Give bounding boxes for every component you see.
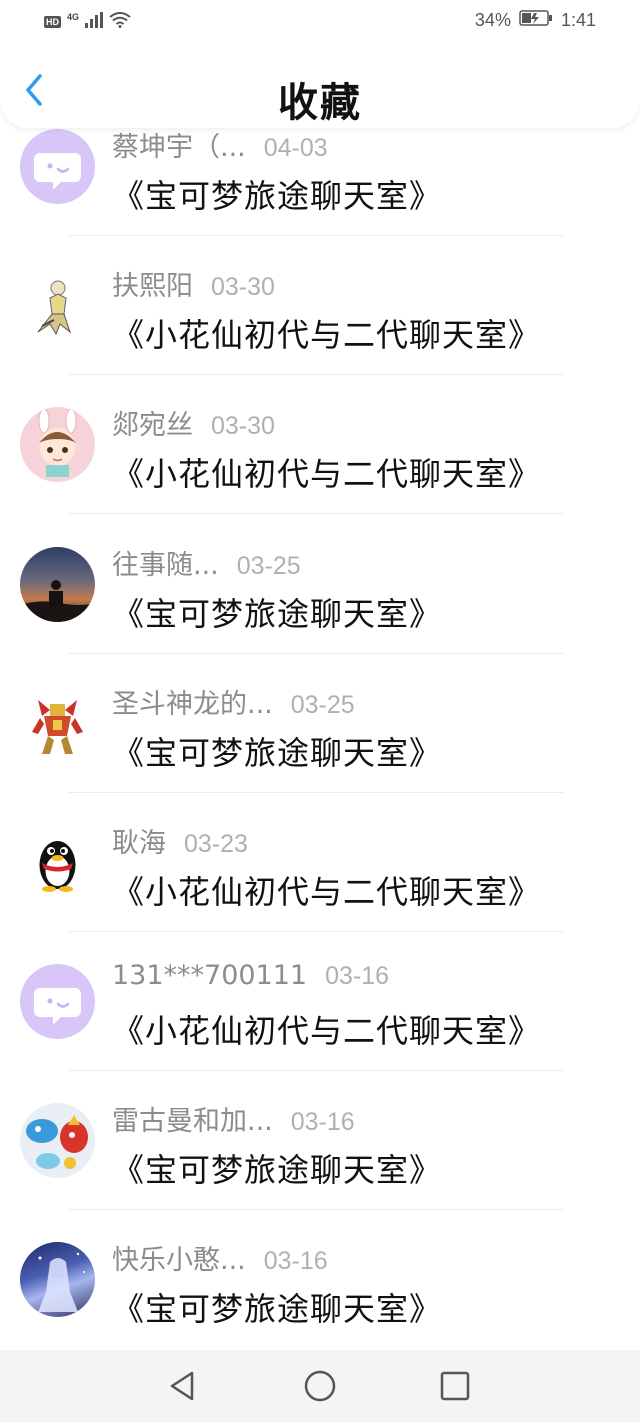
chatroom-name: 《宝可梦旅途聊天室》 [112, 177, 443, 215]
divider [68, 235, 564, 236]
chatroom-name: 《宝可梦旅途聊天室》 [112, 1290, 443, 1328]
item-meta: 131***700111 03-16 [112, 960, 389, 991]
divider [68, 1070, 564, 1071]
list-item[interactable]: 往事随... 03-25 《宝可梦旅途聊天室》 [0, 543, 640, 682]
status-left: HD 4G [44, 12, 131, 32]
chatroom-name: 《宝可梦旅途聊天室》 [112, 1151, 443, 1189]
chatroom-name: 《宝可梦旅途聊天室》 [112, 734, 443, 772]
chatroom-name: 《小花仙初代与二代聊天室》 [112, 1012, 542, 1050]
item-meta: 耿海 03-23 [112, 821, 248, 860]
chat-bubble-avatar [20, 964, 95, 1039]
sender-name: 往事随... [112, 550, 219, 581]
clock: 1:41 [560, 10, 596, 30]
list-item[interactable]: 耿海 03-23 《小花仙初代与二代聊天室》 [0, 821, 640, 960]
divider [68, 513, 564, 514]
sender-name: 圣斗神龙的... [112, 689, 273, 720]
sunset-silhouette-avatar [20, 547, 95, 622]
system-nav-bar [0, 1350, 640, 1422]
item-date: 04-03 [263, 134, 328, 162]
list-item[interactable]: 扶熙阳 03-30 《小花仙初代与二代聊天室》 [0, 264, 640, 403]
pokemon-collage-avatar [20, 1103, 95, 1178]
signal-icon [85, 12, 104, 32]
battery-percent: 34% [474, 10, 511, 30]
divider [68, 653, 564, 654]
triangle-back-icon[interactable] [164, 1368, 200, 1404]
penguin-avatar [20, 825, 95, 900]
network-type: 4G [67, 12, 80, 22]
robot-warrior-avatar [20, 686, 95, 761]
favorites-list: 蔡坤宇（... 04-03 《宝可梦旅途聊天室》 扶熙阳 03-30 《小花仙初… [0, 0, 640, 1422]
page-title: 收藏 [278, 80, 362, 126]
list-item[interactable]: 蔡坤宇（... 04-03 《宝可梦旅途聊天室》 [0, 125, 640, 264]
wifi-icon [109, 12, 131, 32]
status-right: 34% 1:41 [475, 10, 596, 31]
item-date: 03-16 [290, 1108, 355, 1136]
chatroom-name: 《宝可梦旅途聊天室》 [112, 595, 443, 633]
item-meta: 快乐小憨... 03-16 [112, 1238, 328, 1277]
chatroom-name: 《小花仙初代与二代聊天室》 [112, 873, 542, 911]
divider [68, 931, 564, 932]
item-meta: 扶熙阳 03-30 [112, 264, 275, 303]
fairy-character-avatar [20, 268, 95, 343]
item-meta: 雷古曼和加... 03-16 [112, 1099, 355, 1138]
list-item[interactable]: 圣斗神龙的... 03-25 《宝可梦旅途聊天室》 [0, 682, 640, 821]
app-header: 收藏 [0, 44, 640, 128]
list-item[interactable]: 雷古曼和加... 03-16 《宝可梦旅途聊天室》 [0, 1099, 640, 1238]
square-recents-icon[interactable] [437, 1368, 473, 1404]
sender-name: 快乐小憨... [112, 1245, 246, 1276]
sender-name: 扶熙阳 [112, 271, 193, 302]
item-date: 03-30 [211, 273, 275, 301]
divider [68, 1209, 564, 1210]
item-date: 03-16 [263, 1247, 328, 1275]
bunny-ears-boy-avatar [20, 407, 95, 482]
item-date: 03-16 [325, 962, 390, 990]
item-meta: 往事随... 03-25 [112, 543, 301, 582]
sender-name: 蔡坤宇（... [112, 132, 246, 163]
chatroom-name: 《小花仙初代与二代聊天室》 [112, 316, 542, 354]
item-meta: 蔡坤宇（... 04-03 [112, 125, 328, 164]
battery-icon [519, 10, 553, 31]
sender-name: 131***700111 [112, 960, 308, 991]
hd-badge: HD [44, 16, 61, 28]
item-date: 03-23 [184, 830, 248, 858]
anime-night-avatar [20, 1242, 95, 1317]
item-meta: 郯宛丝 03-30 [112, 403, 275, 442]
divider [68, 792, 564, 793]
sender-name: 雷古曼和加... [112, 1106, 273, 1137]
item-date: 03-30 [211, 412, 275, 440]
chatroom-name: 《小花仙初代与二代聊天室》 [112, 455, 542, 493]
item-meta: 圣斗神龙的... 03-25 [112, 682, 355, 721]
sender-name: 郯宛丝 [112, 410, 193, 441]
chat-bubble-avatar [20, 129, 95, 204]
list-item[interactable]: 131***700111 03-16 《小花仙初代与二代聊天室》 [0, 960, 640, 1099]
circle-home-icon[interactable] [302, 1368, 338, 1404]
item-date: 03-25 [290, 691, 355, 719]
list-item[interactable]: 郯宛丝 03-30 《小花仙初代与二代聊天室》 [0, 403, 640, 542]
divider [68, 374, 564, 375]
sender-name: 耿海 [112, 828, 166, 859]
status-bar: HD 4G 34% 1:41 [0, 0, 640, 44]
item-date: 03-25 [236, 552, 301, 580]
